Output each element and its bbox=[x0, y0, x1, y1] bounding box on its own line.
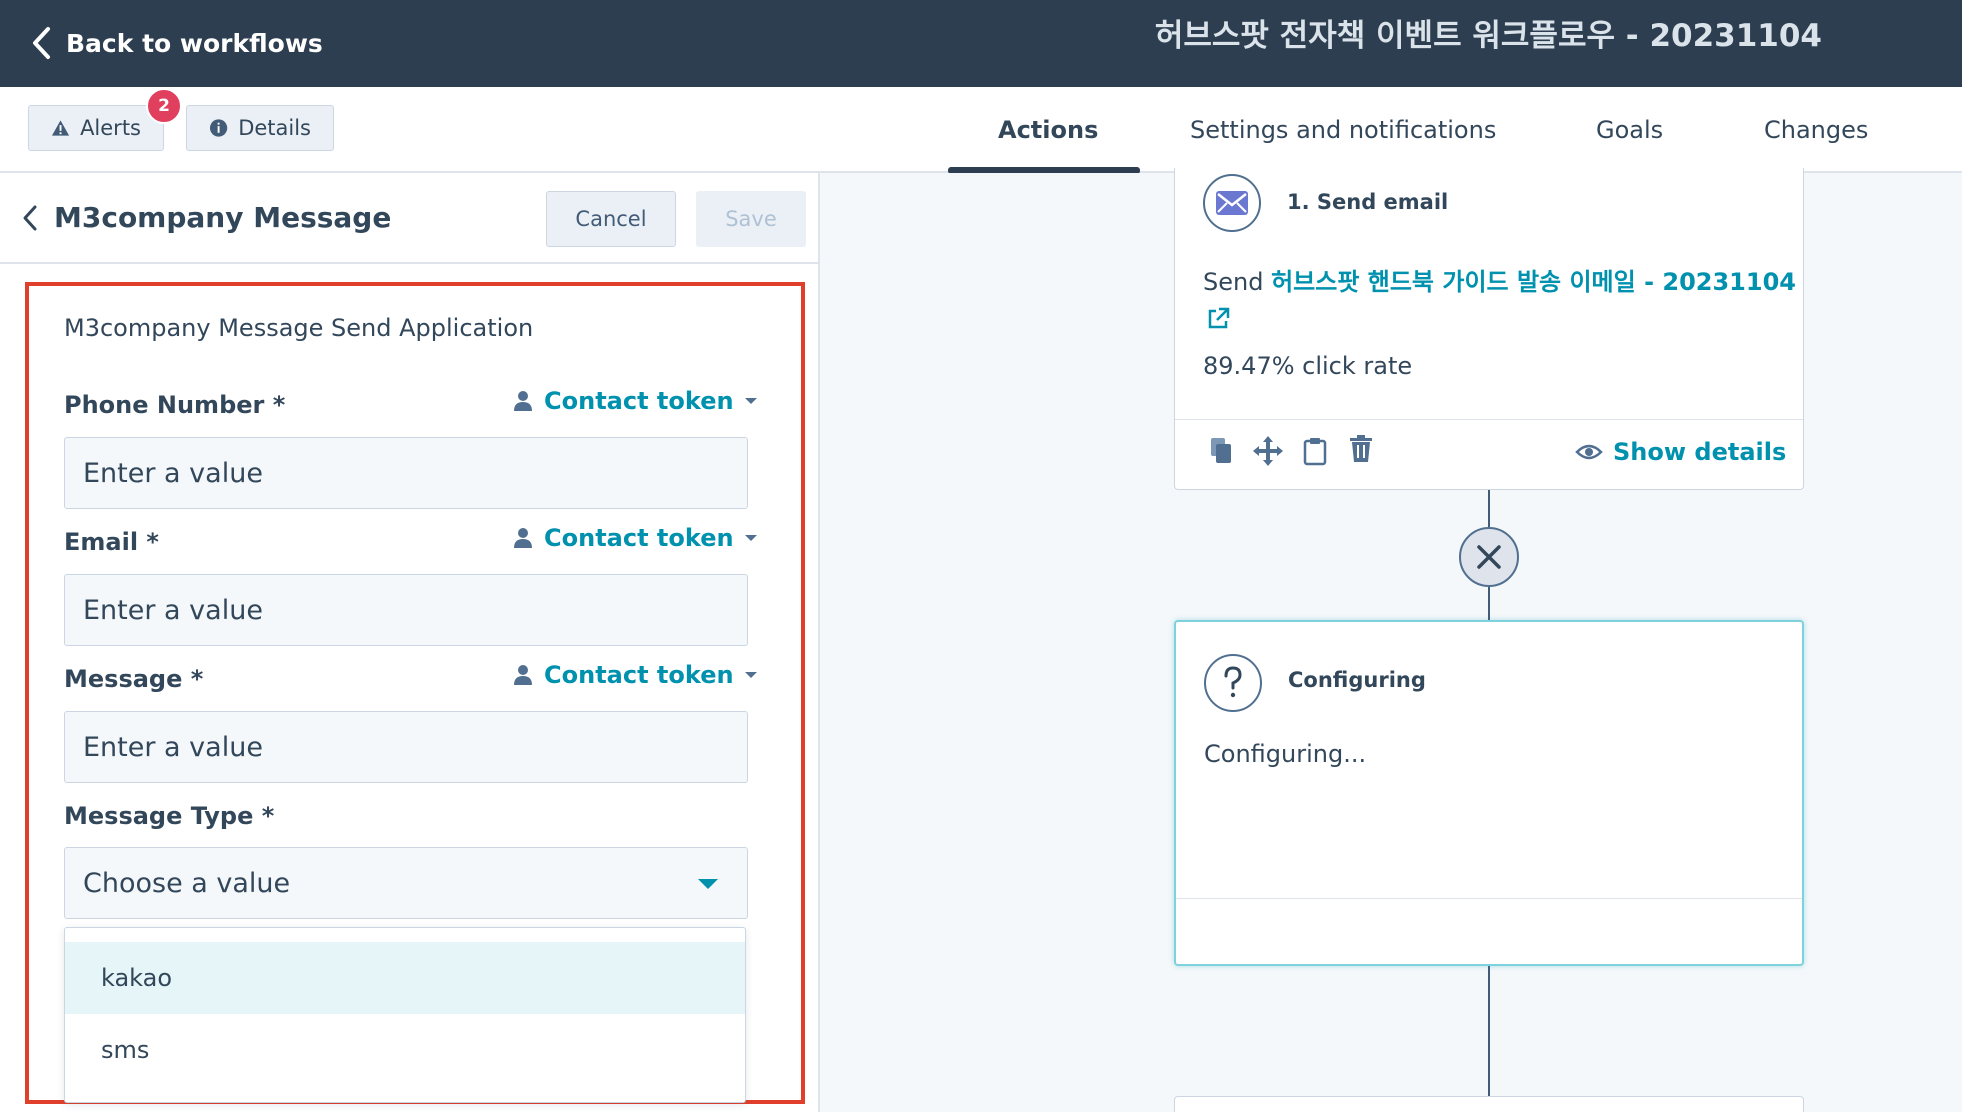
alerts-count-badge: 2 bbox=[146, 88, 182, 124]
back-label: Back to workflows bbox=[66, 28, 323, 58]
message-input[interactable]: Enter a value bbox=[64, 711, 748, 783]
message-type-value: Choose a value bbox=[83, 867, 291, 899]
configuring-title: Configuring bbox=[1288, 668, 1426, 692]
tab-actions[interactable]: Actions bbox=[998, 87, 1098, 173]
connector-line bbox=[1488, 490, 1490, 527]
message-type-options: kakao sms bbox=[64, 927, 746, 1103]
eye-icon bbox=[1575, 444, 1603, 460]
email-name-link[interactable]: 허브스팟 핸드북 가이드 발송 이메일 - 20231104 bbox=[1271, 268, 1796, 296]
phone-number-label: Phone Number * bbox=[64, 391, 286, 419]
connector-line bbox=[1488, 966, 1490, 1096]
chevron-left-icon bbox=[33, 27, 50, 59]
card-divider bbox=[1175, 419, 1803, 420]
action-config-panel: M3company Message Cancel Save M3company … bbox=[0, 173, 820, 1112]
alerts-button[interactable]: Alerts bbox=[28, 105, 164, 151]
send-prefix: Send bbox=[1203, 268, 1264, 296]
details-label: Details bbox=[238, 116, 311, 140]
question-icon bbox=[1204, 654, 1262, 712]
top-bar: Back to workflows 허브스팟 전자책 이벤트 워크플로우 - 2… bbox=[0, 0, 1962, 87]
tab-label: Actions bbox=[998, 116, 1099, 144]
chevron-left-icon[interactable] bbox=[20, 201, 40, 235]
contact-token-dropdown[interactable]: Contact token bbox=[512, 661, 758, 689]
save-button[interactable]: Save bbox=[696, 191, 806, 247]
close-icon bbox=[1477, 545, 1501, 569]
section-label: M3company Message Send Application bbox=[64, 314, 534, 342]
email-label: Email * bbox=[64, 528, 159, 556]
contact-token-dropdown[interactable]: Contact token bbox=[512, 387, 758, 415]
send-email-action-card[interactable]: 1. Send email Send 허브스팟 핸드북 가이드 발송 이메일 -… bbox=[1174, 168, 1804, 490]
caret-down-icon bbox=[744, 535, 757, 541]
email-input[interactable]: Enter a value bbox=[64, 574, 748, 646]
cancel-button[interactable]: Cancel bbox=[546, 191, 676, 247]
alerts-label: Alerts bbox=[80, 116, 141, 140]
panel-header: M3company Message Cancel Save bbox=[0, 173, 818, 264]
tab-changes[interactable]: Changes bbox=[1764, 87, 1868, 173]
tab-goals[interactable]: Goals bbox=[1596, 87, 1663, 173]
message-label: Message * bbox=[64, 665, 204, 693]
chevron-down-icon bbox=[698, 879, 718, 889]
caret-down-icon bbox=[744, 398, 757, 404]
contact-token-dropdown[interactable]: Contact token bbox=[512, 524, 758, 552]
person-icon bbox=[514, 665, 532, 685]
contact-token-label: Contact token bbox=[544, 661, 734, 689]
person-icon bbox=[514, 391, 532, 411]
send-email-title: 1. Send email bbox=[1287, 190, 1449, 214]
external-link-icon[interactable] bbox=[1205, 306, 1231, 332]
card-divider bbox=[1176, 898, 1802, 899]
back-to-workflows-link[interactable]: Back to workflows bbox=[30, 18, 323, 68]
trash-icon[interactable] bbox=[1347, 434, 1375, 464]
message-type-select[interactable]: Choose a value bbox=[64, 847, 748, 919]
person-icon bbox=[514, 528, 532, 548]
click-rate: 89.47% click rate bbox=[1203, 352, 1413, 380]
delete-action-button[interactable] bbox=[1459, 527, 1519, 587]
contact-token-label: Contact token bbox=[544, 387, 734, 415]
option-kakao[interactable]: kakao bbox=[65, 942, 745, 1014]
caret-down-icon bbox=[744, 672, 757, 678]
info-icon bbox=[209, 119, 228, 137]
clipboard-icon[interactable] bbox=[1301, 436, 1329, 466]
workflow-title: 허브스팟 전자책 이벤트 워크플로우 - 20231104 bbox=[1154, 18, 1822, 54]
configuring-action-card[interactable]: Configuring Configuring... bbox=[1174, 620, 1804, 966]
workflow-toolbar: Alerts Details Actions Settings and noti… bbox=[0, 87, 1962, 174]
tab-label: Goals bbox=[1596, 116, 1664, 144]
warning-icon bbox=[51, 120, 70, 136]
configuring-body: Configuring... bbox=[1204, 740, 1367, 768]
tab-settings-and-notifications[interactable]: Settings and notifications bbox=[1190, 87, 1496, 173]
message-type-label: Message Type * bbox=[64, 802, 275, 830]
panel-title: M3company Message bbox=[54, 201, 392, 234]
tab-label: Changes bbox=[1764, 116, 1869, 144]
show-details-label: Show details bbox=[1613, 438, 1787, 466]
send-email-description: Send 허브스팟 핸드북 가이드 발송 이메일 - 20231104 bbox=[1203, 262, 1796, 297]
copy-icon[interactable] bbox=[1207, 436, 1235, 466]
email-action-icon bbox=[1203, 174, 1261, 232]
details-button[interactable]: Details bbox=[186, 105, 334, 151]
option-sms[interactable]: sms bbox=[65, 1014, 745, 1086]
phone-number-input[interactable]: Enter a value bbox=[64, 437, 748, 509]
contact-token-label: Contact token bbox=[544, 524, 734, 552]
connector-line bbox=[1488, 587, 1490, 620]
tab-label: Settings and notifications bbox=[1190, 116, 1497, 144]
next-action-card[interactable] bbox=[1174, 1096, 1804, 1112]
show-details-link[interactable]: Show details bbox=[1575, 438, 1786, 466]
move-icon[interactable] bbox=[1251, 434, 1285, 468]
